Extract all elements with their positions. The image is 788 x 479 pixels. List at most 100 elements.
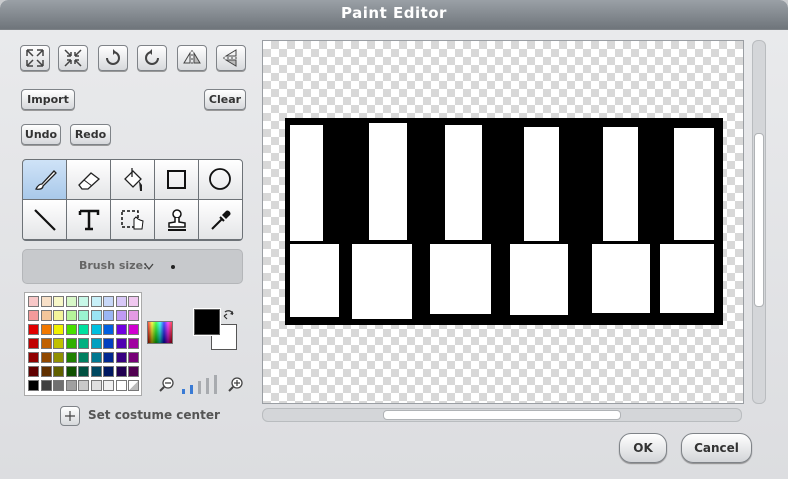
rotate-right-button[interactable] — [137, 45, 167, 71]
color-swatch[interactable] — [53, 352, 64, 363]
eraser-tool[interactable] — [67, 160, 110, 199]
color-swatch[interactable] — [90, 324, 102, 335]
stamp-tool[interactable] — [155, 200, 198, 239]
text-tool[interactable] — [67, 200, 110, 239]
color-swatch[interactable] — [90, 352, 102, 363]
zoom-in-icon[interactable] — [228, 376, 244, 392]
color-spectrum-button[interactable] — [147, 321, 173, 344]
color-swatch[interactable] — [78, 338, 89, 349]
color-swatch[interactable] — [115, 310, 127, 321]
color-swatch[interactable] — [115, 296, 127, 307]
color-swatch[interactable] — [103, 296, 114, 307]
color-swatch[interactable] — [115, 352, 127, 363]
color-swatch[interactable] — [28, 310, 39, 321]
zoom-bar[interactable] — [214, 375, 217, 394]
color-swatch[interactable] — [90, 310, 102, 321]
color-swatch[interactable] — [28, 296, 39, 307]
color-swatch[interactable] — [90, 338, 102, 349]
rectangle-tool[interactable] — [155, 160, 198, 199]
color-swatch[interactable] — [78, 380, 89, 391]
color-swatch[interactable] — [40, 352, 52, 363]
vertical-scroll-thumb[interactable] — [754, 133, 764, 307]
color-swatch[interactable] — [103, 310, 114, 321]
swap-colors-icon[interactable] — [222, 307, 236, 321]
color-swatch[interactable] — [53, 324, 64, 335]
color-swatch[interactable] — [78, 352, 89, 363]
color-swatch[interactable] — [65, 380, 77, 391]
color-swatch[interactable] — [28, 366, 39, 377]
color-swatch[interactable] — [65, 338, 77, 349]
color-swatch[interactable] — [65, 296, 77, 307]
color-swatch[interactable] — [128, 324, 139, 335]
color-swatch[interactable] — [103, 366, 114, 377]
eyedropper-tool[interactable] — [199, 200, 242, 239]
color-swatch[interactable] — [128, 310, 139, 321]
color-swatch[interactable] — [78, 310, 89, 321]
color-swatch[interactable] — [53, 310, 64, 321]
rotate-left-button[interactable] — [98, 45, 128, 71]
cancel-button[interactable]: Cancel — [681, 433, 752, 463]
color-swatch[interactable] — [115, 324, 127, 335]
color-swatch[interactable] — [40, 310, 52, 321]
import-button[interactable]: Import — [21, 89, 75, 110]
color-swatch[interactable] — [128, 352, 139, 363]
zoom-bar[interactable] — [182, 389, 185, 394]
line-tool[interactable] — [23, 200, 66, 239]
color-swatch[interactable] — [28, 324, 39, 335]
shrink-button[interactable] — [58, 45, 88, 71]
set-costume-center-button[interactable] — [60, 406, 80, 426]
color-swatch[interactable] — [103, 324, 114, 335]
color-swatch[interactable] — [103, 352, 114, 363]
color-swatch[interactable] — [128, 380, 139, 391]
color-swatch[interactable] — [128, 366, 139, 377]
color-swatch[interactable] — [78, 366, 89, 377]
color-swatch[interactable] — [40, 366, 52, 377]
color-swatch[interactable] — [40, 338, 52, 349]
color-swatch[interactable] — [40, 296, 52, 307]
color-swatch[interactable] — [115, 380, 127, 391]
color-swatch[interactable] — [40, 380, 52, 391]
zoom-bar[interactable] — [206, 378, 209, 394]
color-swatch[interactable] — [65, 366, 77, 377]
undo-button[interactable]: Undo — [21, 124, 61, 145]
color-swatch[interactable] — [40, 324, 52, 335]
color-swatch[interactable] — [78, 296, 89, 307]
fill-tool[interactable] — [111, 160, 154, 199]
select-tool[interactable] — [111, 200, 154, 239]
color-swatch[interactable] — [65, 324, 77, 335]
color-swatch[interactable] — [28, 338, 39, 349]
flip-vertical-button[interactable] — [216, 45, 246, 71]
foreground-color-swatch[interactable] — [194, 309, 220, 335]
brush-size-control[interactable]: Brush size: — [22, 249, 243, 284]
zoom-bar[interactable] — [198, 381, 201, 394]
set-costume-center-label[interactable]: Set costume center — [88, 408, 220, 422]
color-swatch[interactable] — [90, 380, 102, 391]
color-swatch[interactable] — [103, 380, 114, 391]
color-swatch[interactable] — [28, 352, 39, 363]
color-swatch[interactable] — [53, 296, 64, 307]
color-swatch[interactable] — [115, 366, 127, 377]
drawing-canvas[interactable] — [262, 40, 744, 404]
color-swatch[interactable] — [28, 380, 39, 391]
color-swatch[interactable] — [53, 366, 64, 377]
title-bar[interactable]: Paint Editor — [0, 0, 788, 29]
zoom-bar[interactable] — [190, 385, 193, 394]
paintbrush-tool[interactable] — [23, 160, 66, 199]
color-swatch[interactable] — [90, 296, 102, 307]
horizontal-scrollbar[interactable] — [262, 408, 742, 422]
color-palette[interactable] — [24, 292, 142, 396]
vertical-scrollbar[interactable] — [752, 40, 766, 404]
color-swatch[interactable] — [90, 366, 102, 377]
horizontal-scroll-thumb[interactable] — [383, 410, 621, 420]
color-swatch[interactable] — [53, 380, 64, 391]
ok-button[interactable]: OK — [619, 433, 667, 463]
ellipse-tool[interactable] — [199, 160, 242, 199]
redo-button[interactable]: Redo — [70, 124, 111, 145]
color-swatch[interactable] — [128, 338, 139, 349]
color-swatch[interactable] — [53, 338, 64, 349]
color-swatch[interactable] — [65, 352, 77, 363]
grow-button[interactable] — [20, 45, 50, 71]
color-swatch[interactable] — [78, 324, 89, 335]
zoom-out-icon[interactable] — [159, 376, 175, 392]
color-swatch[interactable] — [115, 338, 127, 349]
